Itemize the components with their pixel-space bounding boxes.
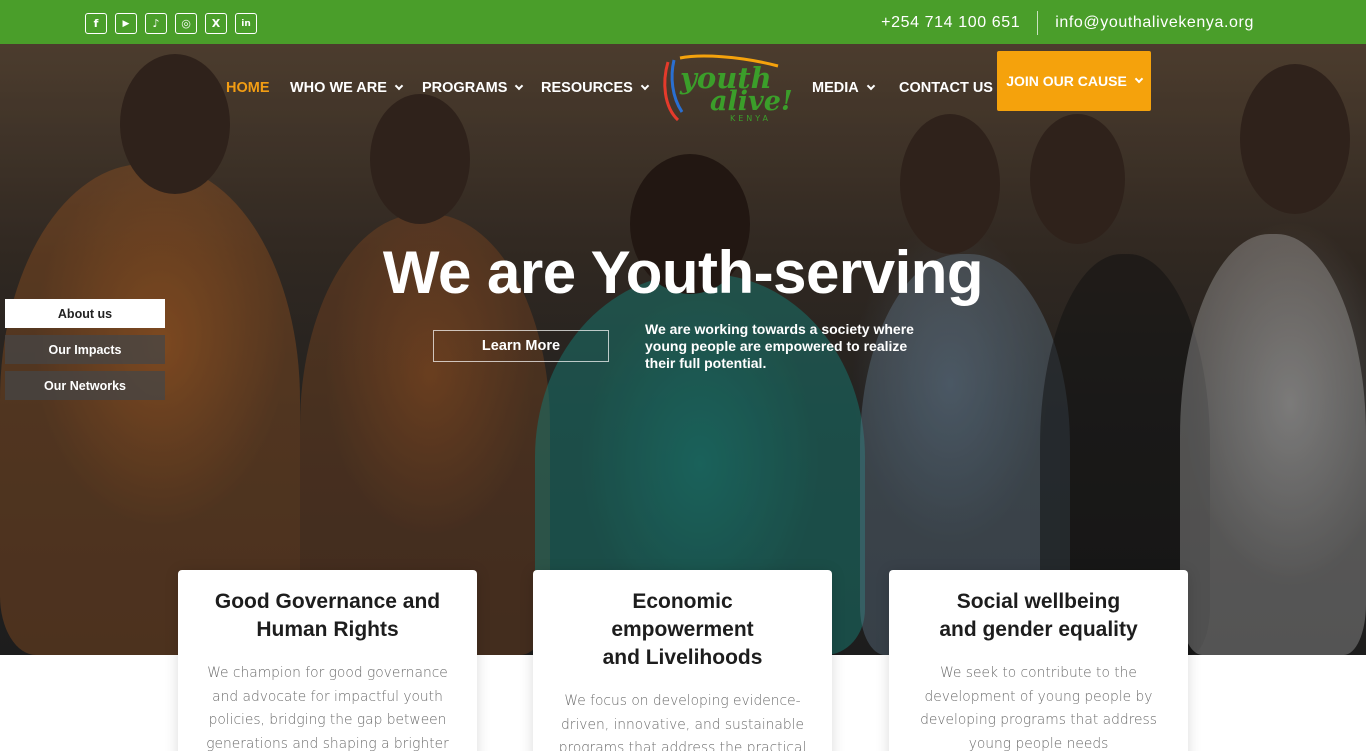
learn-more-button[interactable]: Learn More [433,330,609,362]
youtube-icon[interactable]: ▶ [115,13,137,34]
card-description: We champion for good governance and advo… [206,665,449,751]
side-tab-about-us[interactable]: About us [5,299,165,328]
card-description: We seek to contribute to the development… [920,665,1157,751]
nav-media-label: MEDIA [812,80,859,96]
x-icon[interactable]: X [205,13,227,34]
facebook-icon[interactable]: f [85,13,107,34]
side-tab-our-networks[interactable]: Our Networks [5,371,165,400]
program-card-governance[interactable]: Good Governance and Human Rights We cham… [178,570,477,751]
chevron-down-icon [515,81,524,91]
social-links: f ▶ ♪ ◎ X in [85,13,257,34]
nav-home-label: HOME [226,80,270,96]
chevron-down-icon [394,81,404,91]
nav-media[interactable]: MEDIA [812,80,875,96]
contact-divider [1037,11,1039,35]
join-our-cause-button[interactable]: JOIN OUR CAUSE [997,51,1151,111]
top-bar: f ▶ ♪ ◎ X in +254 714 100 651 info@youth… [0,0,1366,44]
card-title: Good Governance and Human Rights [214,590,441,641]
nav-programs[interactable]: PROGRAMS [422,80,524,96]
chevron-down-icon [1134,74,1144,84]
nav-resources-label: RESOURCES [541,80,633,96]
logo-text-kenya: KENYA [730,114,771,123]
contact-info: +254 714 100 651 info@youthalivekenya.or… [881,11,1254,35]
hero-photo-figure [900,114,1000,254]
hero-tagline: We are working towards a society where y… [645,321,914,371]
chevron-down-icon [640,81,650,91]
nav-who-we-are[interactable]: WHO WE ARE [290,80,404,96]
nav-home[interactable]: HOME [226,80,270,96]
tiktok-icon[interactable]: ♪ [145,13,167,34]
logo-text-alive: alive! [710,86,793,117]
side-tab-our-impacts[interactable]: Our Impacts [5,335,165,364]
card-title: Social wellbeing and gender equality [939,590,1138,641]
chevron-down-icon [866,81,875,91]
nav-contact-label: CONTACT US [899,80,993,96]
nav-programs-label: PROGRAMS [422,80,508,96]
join-label: JOIN OUR CAUSE [1006,73,1127,89]
card-description: We focus on developing evidence-driven, … [558,693,807,751]
linkedin-icon[interactable]: in [235,13,257,34]
nav-contact-us[interactable]: CONTACT US [899,80,993,96]
instagram-icon[interactable]: ◎ [175,13,197,34]
email-link[interactable]: info@youthalivekenya.org [1055,14,1254,32]
card-title: Economic empowerment and Livelihoods [602,590,763,669]
nav-who-we-are-label: WHO WE ARE [290,80,387,96]
side-tab-list: About us Our Impacts Our Networks [5,299,165,400]
youth-alive-logo[interactable]: youth alive! KENYA [660,52,795,124]
hero-headline: We are Youth-serving [382,239,984,306]
nav-resources[interactable]: RESOURCES [541,80,650,96]
program-card-economic[interactable]: Economic empowerment and Livelihoods We … [533,570,832,751]
program-card-social[interactable]: Social wellbeing and gender equality We … [889,570,1188,751]
phone-link[interactable]: +254 714 100 651 [881,14,1020,32]
